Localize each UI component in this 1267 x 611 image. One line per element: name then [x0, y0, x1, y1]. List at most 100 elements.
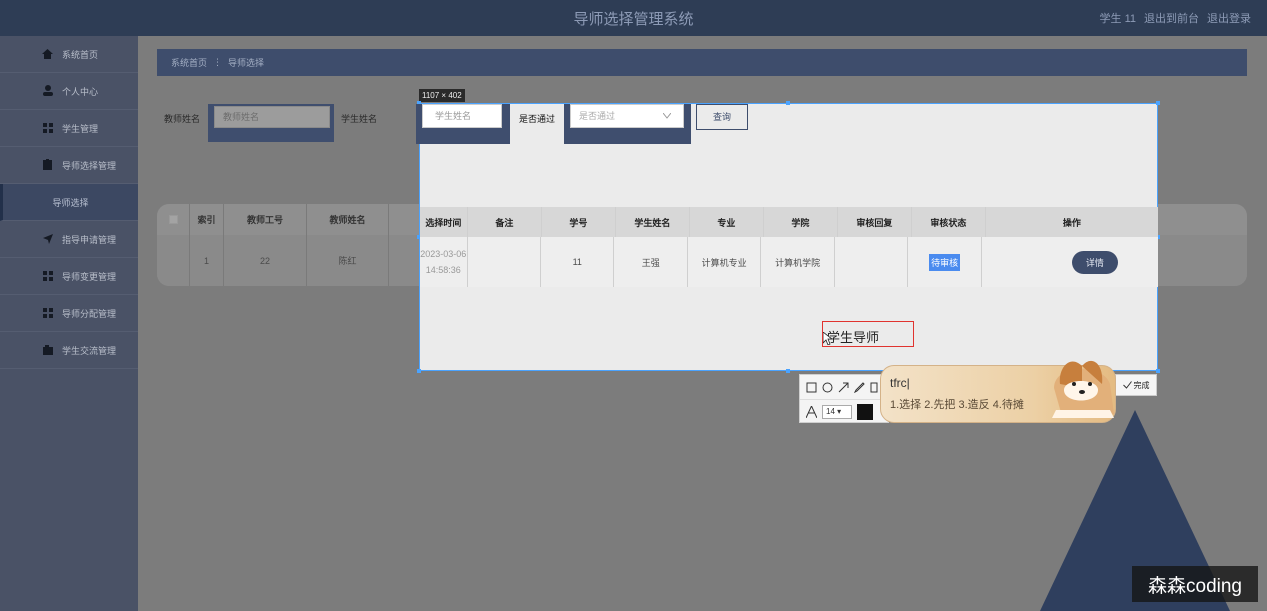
sidebar-item-label: 指导申请管理 — [62, 234, 117, 245]
sidebar-item-label: 系统首页 — [62, 49, 99, 60]
sidebar-item-advisor-assignment[interactable]: 导师分配管理 — [0, 295, 138, 332]
pass-select-wrap: 是否通过 — [564, 104, 691, 144]
col-student-no: 学号 — [542, 207, 616, 237]
student-name-label: 学生姓名 — [341, 114, 378, 124]
sidebar-item-guidance-application[interactable]: 指导申请管理 — [0, 221, 138, 258]
query-button[interactable]: 查询 — [696, 104, 748, 130]
sidebar-item-label: 导师变更管理 — [62, 271, 117, 282]
annotation-text-box[interactable]: 学生导师 — [822, 321, 914, 347]
selection-size-tag: 1107 × 402 — [419, 89, 465, 102]
cell-reply — [835, 237, 909, 287]
cell-teacher-no: 22 — [224, 235, 307, 286]
annotation-text: 学生导师 — [827, 330, 880, 345]
done-label: 完成 — [1133, 380, 1150, 390]
grid-icon — [43, 308, 53, 318]
shape-tools — [800, 375, 888, 399]
cell-student-name: 王强 — [614, 237, 688, 287]
sidebar-item-advisor-selection-mgmt[interactable]: 导师选择管理 — [0, 147, 138, 184]
col-major: 专业 — [690, 207, 764, 237]
col-reply: 审核回复 — [838, 207, 912, 237]
color-swatch[interactable] — [857, 403, 873, 420]
col-college: 学院 — [764, 207, 838, 237]
pen-tool-icon[interactable] — [854, 381, 865, 393]
cell-time: 2023-03-06 14:58:36 — [420, 237, 468, 287]
ime-composition: tfrc| — [890, 376, 910, 390]
chat-icon — [43, 345, 53, 355]
col-note: 备注 — [468, 207, 542, 237]
logout-link[interactable]: 退出登录 — [1207, 10, 1251, 26]
sidebar-item-advisor-selection[interactable]: 导师选择 — [0, 184, 138, 221]
results-table: 选择时间 备注 学号 学生姓名 专业 学院 审核回复 审核状态 操作 2023-… — [420, 207, 1158, 287]
sidebar-item-student-exchange[interactable]: 学生交流管理 — [0, 332, 138, 369]
status-badge: 待审核 — [929, 253, 961, 271]
capture-selection[interactable]: 学生姓名 是否通过 是否通过 查询 选择时间 备注 学号 学生姓名 专业 学院 … — [416, 101, 1160, 373]
col-status: 审核状态 — [912, 207, 986, 237]
resize-handle[interactable] — [1156, 101, 1160, 105]
col-index: 索引 — [190, 204, 224, 235]
ime-candidates[interactable]: 1.选择 2.先把 3.造反 4.待摊 — [890, 396, 1024, 412]
text-options: 14 ▾ — [800, 399, 888, 423]
resize-handle[interactable] — [417, 369, 421, 373]
back-to-front-link[interactable]: 退出到前台 — [1144, 10, 1199, 26]
arrow-tool-icon[interactable] — [838, 382, 849, 393]
sidebar-item-label: 学生管理 — [62, 123, 99, 134]
user-icon — [43, 85, 53, 96]
resize-handle[interactable] — [1156, 369, 1160, 373]
student-name-input[interactable]: 学生姓名 — [422, 104, 502, 128]
top-bar: 导师选择管理系统 学生 11 退出到前台 退出登录 — [0, 0, 1267, 36]
sidebar-item-advisor-change[interactable]: 导师变更管理 — [0, 258, 138, 295]
send-icon — [43, 234, 53, 244]
resize-handle[interactable] — [786, 369, 790, 373]
cell-status: 待审核 — [908, 237, 982, 287]
font-size-value: 14 — [826, 406, 835, 416]
cell-major: 计算机专业 — [688, 237, 762, 287]
cell-action: 详情 — [982, 237, 1158, 287]
sidebar-item-profile[interactable]: 个人中心 — [0, 73, 138, 110]
col-teacher-name: 教师姓名 — [307, 204, 389, 235]
done-button[interactable]: 完成 — [1115, 374, 1157, 396]
teacher-name-input[interactable]: 教师姓名 — [214, 106, 330, 128]
breadcrumb: 系统首页 ⋮ 导师选择 — [157, 49, 1247, 76]
check-icon — [1122, 381, 1132, 389]
breadcrumb-current: 导师选择 — [228, 58, 265, 68]
marker-tool-icon[interactable] — [870, 382, 878, 393]
select-all-checkbox[interactable] — [157, 204, 190, 235]
student-name-field-wrap: 学生姓名 — [416, 104, 510, 144]
teacher-name-field-wrap: 教师姓名 — [208, 104, 334, 142]
user-menu: 学生 11 退出到前台 退出登录 — [1100, 10, 1251, 26]
sidebar-item-students[interactable]: 学生管理 — [0, 110, 138, 147]
pass-label: 是否通过 — [519, 114, 556, 124]
table-header: 选择时间 备注 学号 学生姓名 专业 学院 审核回复 审核状态 操作 — [420, 207, 1158, 237]
cell-college: 计算机学院 — [761, 237, 835, 287]
pass-select-value: 是否通过 — [579, 111, 616, 121]
detail-button[interactable]: 详情 — [1071, 250, 1118, 274]
col-time: 选择时间 — [420, 207, 468, 237]
font-icon — [806, 405, 817, 418]
cursor-icon — [823, 332, 832, 345]
pass-select[interactable]: 是否通过 — [570, 104, 684, 128]
home-icon — [42, 49, 53, 59]
font-size-select[interactable]: 14 ▾ — [822, 404, 852, 419]
drawing-toolbar: 14 ▾ — [799, 374, 889, 423]
cell-note — [468, 237, 541, 287]
cell-teacher-name: 陈红 — [307, 235, 389, 286]
row-checkbox[interactable] — [157, 235, 190, 286]
sidebar-item-home[interactable]: 系统首页 — [0, 36, 138, 73]
sidebar-item-label: 导师选择 — [52, 197, 89, 208]
sidebar-item-label: 导师选择管理 — [62, 160, 117, 171]
sidebar-item-label: 个人中心 — [62, 86, 99, 97]
clipboard-icon — [43, 159, 52, 170]
col-teacher-no: 教师工号 — [224, 204, 307, 235]
breadcrumb-separator: ⋮ — [213, 57, 223, 67]
sidebar-item-label: 学生交流管理 — [62, 345, 117, 356]
sidebar-item-label: 导师分配管理 — [62, 308, 117, 319]
sidebar: 系统首页 个人中心 学生管理 导师选择管理 导师选择 指导申请管理 导师变更管理… — [0, 36, 138, 611]
rectangle-tool-icon[interactable] — [806, 382, 817, 393]
chevron-down-icon — [663, 113, 671, 119]
grid-icon — [43, 271, 53, 281]
col-student-name: 学生姓名 — [616, 207, 690, 237]
breadcrumb-home[interactable]: 系统首页 — [171, 56, 207, 69]
resize-handle[interactable] — [786, 101, 790, 105]
grid-icon — [43, 123, 53, 133]
ellipse-tool-icon[interactable] — [822, 382, 833, 393]
